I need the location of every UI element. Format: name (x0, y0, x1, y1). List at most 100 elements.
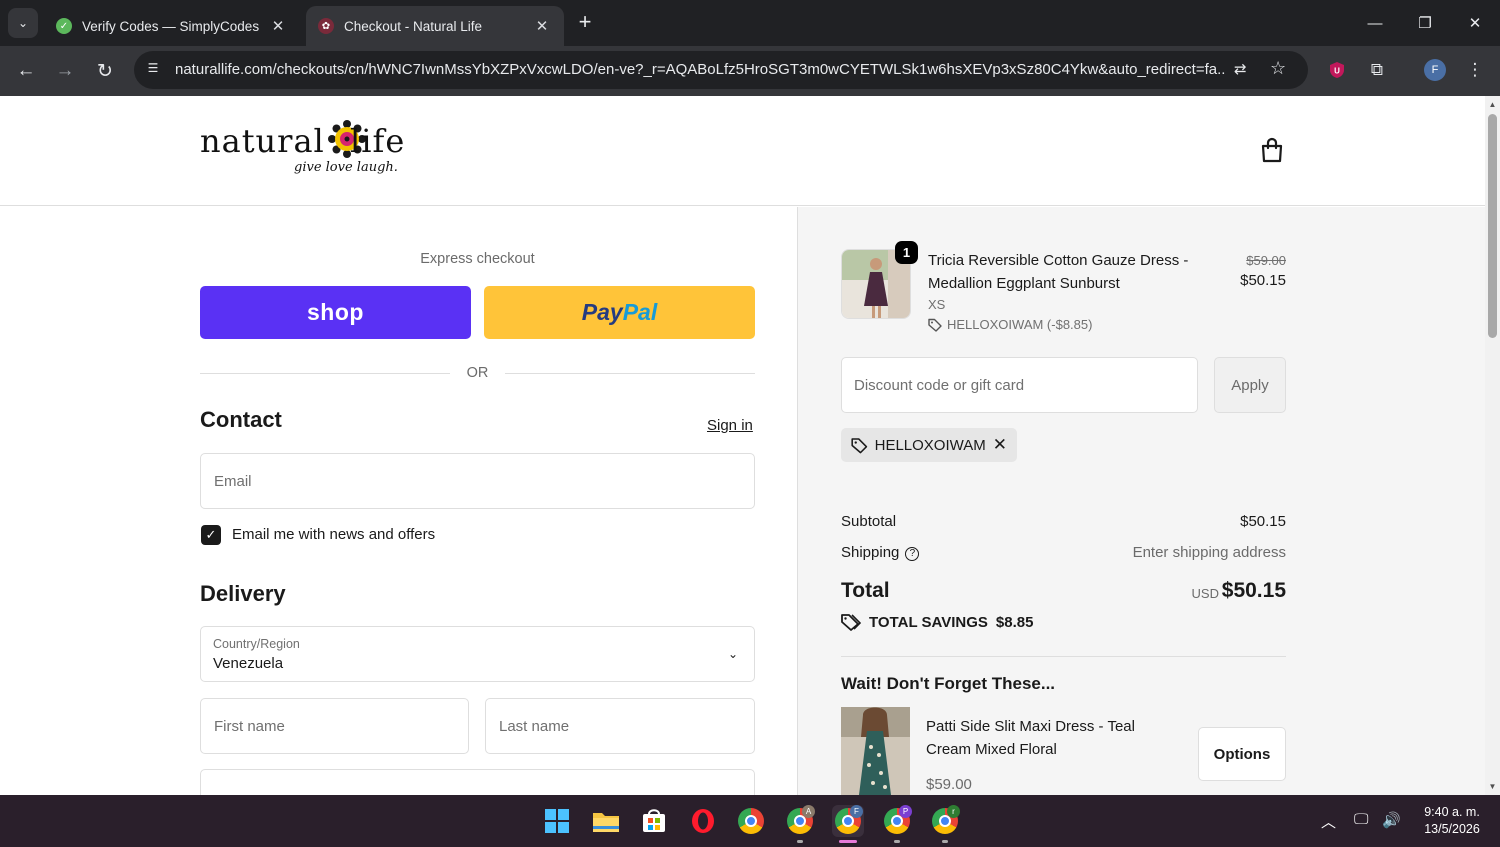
windows-taskbar: A F P r ︿ 🖵 🔊 9:40 a. m. 13/5/2026 (0, 795, 1500, 847)
upsell-options-button[interactable]: Options (1198, 727, 1286, 781)
address-bar[interactable]: ☰ naturallife.com/checkouts/cn/hWNC7IwnM… (134, 51, 1308, 89)
network-icon[interactable]: 🖵 (1354, 811, 1368, 828)
forward-button[interactable]: → (50, 56, 80, 86)
clock-date: 13/5/2026 (1424, 822, 1480, 836)
opera-icon[interactable] (687, 805, 719, 837)
shipping-row: Shipping? Enter shipping address (841, 544, 1286, 561)
clock-time: 9:40 a. m. (1424, 805, 1480, 819)
applied-discount-chip: HELLOXOIWAM ✕ (841, 428, 1017, 462)
country-value: Venezuela (213, 655, 284, 672)
simplycodes-favicon: ✓ (56, 18, 72, 34)
natural-life-favicon: ✿ (318, 18, 334, 34)
chrome-icon[interactable] (735, 805, 767, 837)
show-hidden-icons[interactable]: ︿ (1321, 811, 1336, 832)
chrome-profile-f-icon[interactable]: F (832, 805, 864, 837)
scroll-up-arrow[interactable]: ▲ (1488, 100, 1497, 109)
paypal-label-pal: Pal (622, 299, 658, 325)
chrome-profile-a-icon[interactable]: A (784, 805, 816, 837)
browser-tab-bar: ⌄ ✓ Verify Codes — SimplyCodes ✕ ✿ Check… (0, 0, 1500, 46)
product-discount-text: HELLOXOIWAM (-$8.85) (947, 317, 1093, 332)
divider-line (505, 373, 755, 374)
profile-avatar[interactable]: F (1423, 58, 1447, 82)
newsletter-label: Email me with news and offers (232, 526, 436, 543)
browser-menu-icon[interactable]: ⋮ (1463, 58, 1487, 82)
chevron-down-icon: ⌄ (727, 647, 738, 661)
restore-button[interactable]: ❐ (1400, 0, 1450, 46)
discount-code-input[interactable]: Discount code or gift card (841, 357, 1198, 413)
reload-button[interactable]: ↻ (90, 56, 120, 86)
ublock-extension-icon[interactable]: U (1325, 58, 1349, 82)
newsletter-checkbox[interactable]: ✓ (201, 525, 221, 545)
product-variant: XS (928, 297, 946, 312)
email-field[interactable]: Email (200, 453, 755, 509)
help-icon[interactable]: ? (905, 547, 920, 561)
tab-title: Checkout - Natural Life (344, 18, 483, 34)
country-select[interactable]: Country/Region Venezuela ⌄ (200, 626, 755, 682)
checkout-page: natural life give love laugh. Express ch… (0, 96, 1485, 795)
apply-discount-button[interactable]: Apply (1214, 357, 1286, 413)
close-tab-icon[interactable]: ✕ (532, 17, 552, 35)
sign-in-link[interactable]: Sign in (707, 417, 753, 434)
savings-tag-icon (841, 614, 861, 631)
back-button[interactable]: ← (11, 56, 41, 86)
logo-word-life: life (350, 122, 406, 160)
bookmark-star-icon[interactable]: ☆ (1270, 58, 1286, 79)
extensions-puzzle-icon[interactable]: ⧉ (1365, 58, 1389, 82)
quantity-badge: 1 (895, 241, 918, 264)
remove-discount-icon[interactable]: ✕ (993, 435, 1007, 455)
system-clock[interactable]: 9:40 a. m. 13/5/2026 (1412, 804, 1492, 838)
file-explorer-icon[interactable] (590, 805, 622, 837)
upsell-product-image (841, 707, 910, 795)
checkout-form-column: Express checkout shop Pay Pal OR Contact … (0, 207, 797, 795)
discount-placeholder: Discount code or gift card (854, 377, 1025, 394)
tag-icon (851, 437, 868, 453)
page-scrollbar[interactable]: ▲ ▼ (1485, 96, 1500, 795)
browser-toolbar: ← → ↻ ☰ naturallife.com/checkouts/cn/hWN… (0, 46, 1500, 96)
address-field[interactable] (200, 769, 755, 795)
microsoft-store-icon[interactable] (638, 805, 670, 837)
delivery-heading: Delivery (200, 581, 286, 606)
logo-word-natural: natural (200, 122, 325, 160)
volume-icon[interactable]: 🔊 (1382, 811, 1401, 829)
tab-title: Verify Codes — SimplyCodes (82, 18, 260, 34)
url-text[interactable]: naturallife.com/checkouts/cn/hWNC7IwnMss… (175, 61, 1225, 78)
windows-start-icon[interactable] (541, 805, 573, 837)
profile-initial: F (1424, 59, 1446, 81)
upsell-heading: Wait! Don't Forget These... (841, 674, 1056, 693)
tab-search-button[interactable]: ⌄ (8, 8, 38, 38)
paypal-label-pay: Pay (581, 299, 623, 325)
translate-icon[interactable]: ⇄ (1234, 60, 1247, 78)
close-tab-icon[interactable]: ✕ (268, 17, 288, 35)
shop-pay-button[interactable]: shop (200, 286, 471, 339)
last-name-field[interactable]: Last name (485, 698, 755, 754)
total-savings: TOTAL SAVINGS $8.85 (841, 613, 1033, 631)
running-indicator (797, 840, 803, 843)
site-header: natural life give love laugh. (0, 96, 1485, 206)
new-tab-button[interactable]: + (572, 10, 598, 36)
natural-life-logo[interactable]: natural life give love laugh. (200, 118, 440, 184)
first-name-placeholder: First name (214, 718, 285, 735)
scroll-thumb[interactable] (1488, 114, 1497, 338)
minimize-button[interactable]: — (1350, 0, 1400, 46)
active-indicator (839, 840, 857, 843)
tab-simplycodes[interactable]: ✓ Verify Codes — SimplyCodes ✕ (44, 6, 300, 46)
total-row: Total USD $50.15 (841, 579, 1286, 603)
chrome-profile-p-icon[interactable]: P (881, 805, 913, 837)
site-info-icon[interactable]: ☰ (144, 61, 162, 79)
product-name: Tricia Reversible Cotton Gauze Dress - M… (928, 252, 1189, 292)
scroll-down-arrow[interactable]: ▼ (1488, 782, 1497, 791)
subtotal-value: $50.15 (1240, 513, 1286, 530)
total-label: Total (841, 579, 890, 602)
shopping-bag-icon[interactable] (1258, 136, 1286, 164)
close-window-button[interactable]: ✕ (1450, 0, 1500, 46)
savings-value: $8.85 (995, 613, 1034, 631)
paypal-button[interactable]: Pay Pal (484, 286, 755, 339)
running-indicator (894, 840, 900, 843)
chrome-profile-r-icon[interactable]: r (929, 805, 961, 837)
first-name-field[interactable]: First name (200, 698, 469, 754)
upsell-product-name[interactable]: Patti Side Slit Maxi Dress - Teal Cream … (926, 715, 1156, 761)
product-final-price: $50.15 (1240, 272, 1286, 289)
tab-natural-life-checkout[interactable]: ✿ Checkout - Natural Life ✕ (306, 6, 564, 46)
shop-pay-label: shop (307, 299, 364, 325)
product-original-price: $59.00 (1246, 253, 1286, 268)
